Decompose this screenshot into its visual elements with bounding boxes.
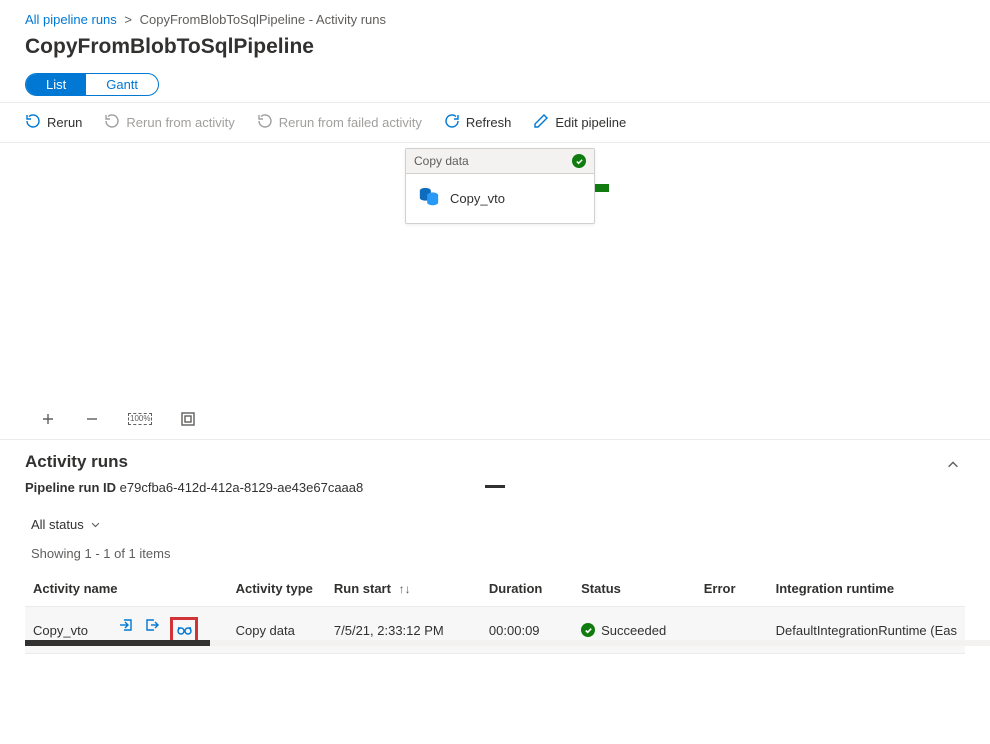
sort-arrows-icon: ↑↓ — [399, 582, 411, 596]
pipeline-run-id-row: Pipeline run ID e79cfba6-412d-412a-8129-… — [25, 480, 965, 495]
canvas-toolbar: 100% — [40, 411, 196, 427]
cell-status-text: Succeeded — [601, 623, 666, 638]
activity-node-title: Copy_vto — [450, 191, 505, 206]
rerun-button[interactable]: Rerun — [25, 113, 82, 132]
col-activity-name[interactable]: Activity name — [25, 571, 228, 607]
rerun-label: Rerun — [47, 115, 82, 130]
col-integration-runtime[interactable]: Integration runtime — [768, 571, 965, 607]
breadcrumb-root-link[interactable]: All pipeline runs — [25, 12, 117, 27]
col-run-start[interactable]: Run start ↑↓ — [326, 571, 481, 607]
zoom-100-icon[interactable]: 100% — [128, 413, 152, 425]
col-activity-type[interactable]: Activity type — [228, 571, 326, 607]
edit-pipeline-button[interactable]: Edit pipeline — [533, 113, 626, 132]
node-output-handle[interactable] — [595, 184, 609, 192]
database-icon — [418, 186, 440, 211]
breadcrumb-current: CopyFromBlobToSqlPipeline - Activity run… — [140, 12, 386, 27]
cell-activity-name: Copy_vto — [33, 623, 88, 638]
success-icon — [581, 623, 595, 637]
view-list-button[interactable]: List — [26, 74, 86, 95]
success-icon — [572, 154, 586, 168]
breadcrumb: All pipeline runs > CopyFromBlobToSqlPip… — [0, 0, 990, 31]
view-gantt-button[interactable]: Gantt — [86, 74, 158, 95]
collapse-chevron-icon[interactable] — [946, 458, 960, 475]
rerun-from-failed-label: Rerun from failed activity — [279, 115, 422, 130]
fit-screen-icon[interactable] — [180, 411, 196, 427]
view-mode-toggle: List Gantt — [25, 73, 159, 96]
status-filter-label: All status — [31, 517, 84, 532]
chevron-down-icon — [90, 519, 101, 530]
col-error[interactable]: Error — [696, 571, 768, 607]
pipeline-run-id-label: Pipeline run ID — [25, 480, 116, 495]
activity-node-header: Copy data — [406, 149, 594, 174]
details-glasses-icon[interactable] — [176, 622, 192, 638]
edit-pipeline-label: Edit pipeline — [555, 115, 626, 130]
status-filter-dropdown[interactable]: All status — [25, 513, 965, 540]
zoom-out-icon[interactable] — [84, 411, 100, 427]
activity-runs-panel: Activity runs Pipeline run ID e79cfba6-4… — [0, 439, 990, 654]
activity-runs-title: Activity runs — [25, 452, 965, 472]
refresh-button[interactable]: Refresh — [444, 113, 512, 132]
activity-node-body: Copy_vto — [406, 174, 594, 223]
col-duration[interactable]: Duration — [481, 571, 573, 607]
refresh-label: Refresh — [466, 115, 512, 130]
scrollbar-thumb[interactable] — [25, 640, 210, 646]
col-run-start-label: Run start — [334, 581, 391, 596]
command-bar: Rerun Rerun from activity Rerun from fai… — [0, 102, 990, 143]
page-title: CopyFromBlobToSqlPipeline — [0, 31, 990, 73]
pipeline-run-id-value: e79cfba6-412d-412a-8129-ae43e67caaa8 — [120, 480, 364, 495]
horizontal-scrollbar[interactable] — [25, 638, 990, 648]
rerun-from-failed-button: Rerun from failed activity — [257, 113, 422, 132]
col-status[interactable]: Status — [573, 571, 696, 607]
rerun-from-activity-button: Rerun from activity — [104, 113, 234, 132]
breadcrumb-separator: > — [124, 12, 132, 27]
activity-node-type: Copy data — [414, 154, 469, 168]
cell-status: Succeeded — [581, 623, 666, 638]
pipeline-canvas[interactable]: Copy data Copy_vto 100% — [0, 143, 990, 439]
rerun-from-activity-label: Rerun from activity — [126, 115, 234, 130]
zoom-in-icon[interactable] — [40, 411, 56, 427]
results-count: Showing 1 - 1 of 1 items — [25, 540, 965, 571]
activity-node[interactable]: Copy data Copy_vto — [405, 148, 595, 224]
